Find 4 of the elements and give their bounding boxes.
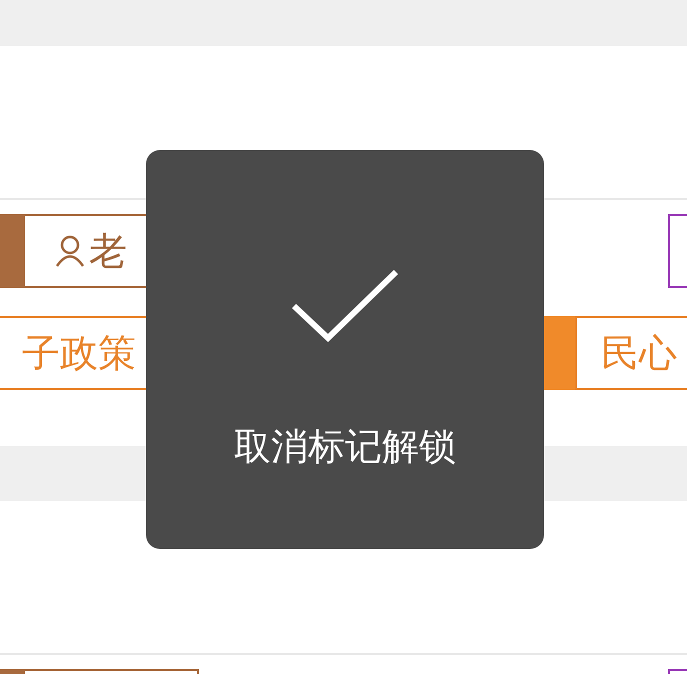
check-icon xyxy=(290,268,400,344)
topic-tag[interactable]: 民心 xyxy=(575,316,687,390)
toast-message: 取消标记解锁 xyxy=(234,424,456,470)
person-icon xyxy=(55,235,85,267)
